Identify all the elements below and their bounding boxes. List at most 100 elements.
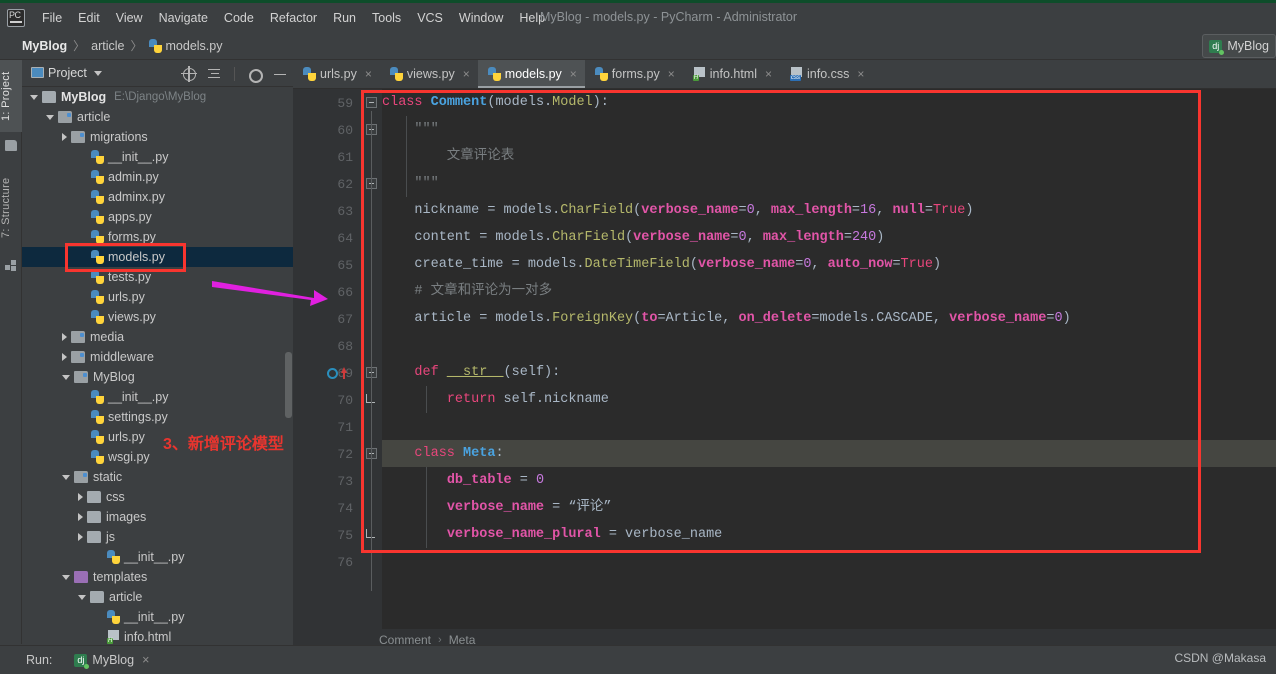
code-line-60[interactable]: """ (382, 116, 438, 143)
tree-item---init---py[interactable]: __init__.py (22, 607, 293, 627)
editor-gutter[interactable] (293, 89, 360, 629)
collapse-all-icon[interactable] (208, 67, 222, 81)
tree-item-info-html[interactable]: Hinfo.html (22, 627, 293, 644)
code-line-72[interactable]: class Meta: (382, 440, 503, 467)
tree-item-templates[interactable]: templates (22, 567, 293, 587)
tree-item-css[interactable]: css (22, 487, 293, 507)
tree-item-migrations[interactable]: migrations (22, 127, 293, 147)
tree-item-static[interactable]: static (22, 467, 293, 487)
editor-tab-info-html[interactable]: Hinfo.html × (683, 60, 780, 88)
menu-item-code[interactable]: Code (216, 11, 262, 25)
breadcrumb-project[interactable]: MyBlog (22, 39, 67, 53)
gutter-line-number: 62 (337, 177, 353, 192)
chevron-right-icon[interactable] (62, 133, 67, 141)
tree-item-middleware[interactable]: middleware (22, 347, 293, 367)
css-file-icon: css (790, 67, 803, 81)
tree-item---init---py[interactable]: __init__.py (22, 387, 293, 407)
tree-item-label: views.py (108, 310, 156, 324)
menu-item-refactor[interactable]: Refactor (262, 11, 325, 25)
tree-item-media[interactable]: media (22, 327, 293, 347)
annotation-red-box-models-file (65, 243, 186, 272)
code-line-66[interactable]: # 文章和评论为一对多 (382, 278, 552, 305)
code-line-69[interactable]: def __str__(self): (382, 359, 560, 386)
chevron-down-icon[interactable] (93, 70, 102, 76)
breadcrumb-file[interactable]: models.py (148, 38, 223, 53)
close-icon[interactable]: × (365, 67, 372, 81)
tree-item-js[interactable]: js (22, 527, 293, 547)
editor-tab-views-py[interactable]: views.py × (380, 60, 478, 88)
menu-item-window[interactable]: Window (451, 11, 511, 25)
close-icon[interactable]: × (765, 67, 772, 81)
breadcrumb-file-label: models.py (165, 38, 223, 53)
close-icon[interactable]: × (570, 67, 577, 81)
code-line-70[interactable]: return self.nickname (382, 386, 609, 413)
gear-icon[interactable] (247, 67, 263, 83)
chevron-down-icon[interactable] (46, 114, 54, 120)
close-icon[interactable]: × (142, 653, 149, 667)
tree-item-admin-py[interactable]: admin.py (22, 167, 293, 187)
run-configuration-selector[interactable]: dj MyBlog (1202, 34, 1276, 58)
close-icon[interactable]: × (463, 67, 470, 81)
sidebar-tab-structure[interactable]: 7: Structure (0, 162, 22, 254)
menu-item-vcs[interactable]: VCS (409, 11, 451, 25)
tree-item-myblog[interactable]: MyBlog (22, 367, 293, 387)
tree-item---init---py[interactable]: __init__.py (22, 147, 293, 167)
close-icon[interactable]: × (857, 67, 864, 81)
code-line-59[interactable]: class Comment(models.Model): (382, 89, 609, 116)
chevron-down-icon[interactable] (62, 374, 70, 380)
breadcrumb-separator-2: 〉 (130, 39, 143, 53)
override-method-icon[interactable] (327, 368, 338, 379)
sidebar-tab-project[interactable]: 1: Project (0, 60, 22, 132)
tree-item-settings-py[interactable]: settings.py (22, 407, 293, 427)
tree-item-article[interactable]: article (22, 107, 293, 127)
editor-tab-models-py[interactable]: models.py × (477, 60, 585, 88)
code-line-63[interactable]: nickname = models.CharField(verbose_name… (382, 197, 973, 224)
tree-item-views-py[interactable]: views.py (22, 307, 293, 327)
code-content[interactable]: class Comment(models.Model): """ 文章评论表 "… (382, 89, 1276, 629)
implementing-up-arrow-icon[interactable] (341, 367, 347, 379)
code-line-67[interactable]: article = models.ForeignKey(to=Article, … (382, 305, 1070, 332)
code-fold-marker[interactable] (366, 97, 377, 108)
editor-tab-info-css[interactable]: css info.css × (780, 60, 872, 88)
menu-item-run[interactable]: Run (325, 11, 364, 25)
tree-item-article[interactable]: article (22, 587, 293, 607)
tree-item-adminx-py[interactable]: adminx.py (22, 187, 293, 207)
code-line-74[interactable]: verbose_name = “评论” (382, 494, 612, 521)
chevron-right-icon[interactable] (62, 353, 67, 361)
run-tab-myblog[interactable]: dj MyBlog × (74, 653, 149, 669)
menu-item-file[interactable]: File (34, 11, 70, 25)
project-tree[interactable]: MyBlog E:\Django\MyBlog article migrations _… (22, 87, 293, 644)
code-line-75[interactable]: verbose_name_plural = verbose_name (382, 521, 722, 548)
editor-tab-urls-py[interactable]: urls.py × (293, 60, 380, 88)
menu-item-tools[interactable]: Tools (364, 11, 409, 25)
tree-item-myblog[interactable]: MyBlog E:\Django\MyBlog (22, 87, 293, 107)
chevron-right-icon[interactable] (62, 333, 67, 341)
tree-item-images[interactable]: images (22, 507, 293, 527)
chevron-right-icon[interactable] (78, 533, 83, 541)
chevron-down-icon[interactable] (30, 94, 38, 100)
menu-item-edit[interactable]: Edit (70, 11, 108, 25)
tree-item-apps-py[interactable]: apps.py (22, 207, 293, 227)
watermark: CSDN @Makasa (1174, 651, 1266, 665)
menu-item-navigate[interactable]: Navigate (151, 11, 216, 25)
code-line-62[interactable]: """ (382, 170, 438, 197)
chevron-right-icon[interactable] (78, 513, 83, 521)
project-panel-header: Project (22, 60, 293, 87)
code-line-61[interactable]: 文章评论表 (382, 143, 515, 170)
chevron-down-icon[interactable] (62, 474, 70, 480)
code-line-73[interactable]: db_table = 0 (382, 467, 544, 494)
code-line-65[interactable]: create_time = models.DateTimeField(verbo… (382, 251, 941, 278)
chevron-right-icon[interactable] (78, 493, 83, 501)
editor-tab-forms-py[interactable]: forms.py × (585, 60, 683, 88)
tree-item---init---py[interactable]: __init__.py (22, 547, 293, 567)
locate-target-icon[interactable] (181, 65, 197, 82)
chevron-down-icon[interactable] (62, 574, 70, 580)
minimize-icon[interactable] (273, 67, 287, 81)
menu-item-view[interactable]: View (108, 11, 151, 25)
code-line-64[interactable]: content = models.CharField(verbose_name=… (382, 224, 884, 251)
code-editor[interactable]: class Comment(models.Model): """ 文章评论表 "… (293, 89, 1276, 629)
chevron-down-icon[interactable] (78, 594, 86, 600)
editor-fold-bar[interactable] (360, 89, 382, 629)
breadcrumb-folder[interactable]: article (91, 39, 124, 53)
close-icon[interactable]: × (668, 67, 675, 81)
